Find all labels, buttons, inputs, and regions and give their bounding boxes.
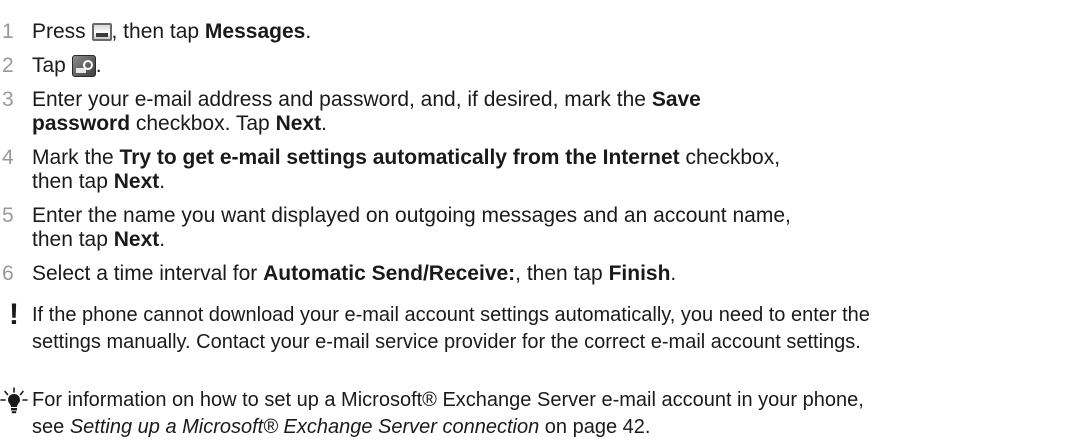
- step-4: 4 Mark the Try to get e-mail settings au…: [0, 146, 1073, 194]
- note-text: If the phone cannot download your e-mail…: [32, 302, 1072, 356]
- checkbox-label-auto-settings: Try to get e-mail settings automatically…: [119, 146, 680, 169]
- step-text: .: [321, 112, 327, 135]
- button-label-next: Next: [275, 112, 322, 135]
- step-text: .: [159, 170, 166, 193]
- step-1: 1 Press , then tap Messages.: [0, 20, 1073, 44]
- tip-text: For information on how to set up a Micro…: [32, 387, 1072, 441]
- step-text: , then tap: [111, 20, 205, 43]
- tip-line: on page 42.: [539, 416, 651, 438]
- step-text: checkbox,: [679, 146, 781, 169]
- step-number: 1: [2, 20, 14, 43]
- note-line: If the phone cannot download your e-mail…: [32, 304, 870, 326]
- tip-line: see: [32, 416, 70, 438]
- instruction-steps: 1 Press , then tap Messages. 2 Tap . 3 E…: [0, 20, 1073, 296]
- cross-reference-link[interactable]: Setting up a Microsoft® Exchange Server …: [70, 416, 539, 438]
- step-number: 2: [2, 54, 14, 77]
- step-text: .: [305, 20, 312, 43]
- step-text: Enter the name you want displayed on out…: [32, 204, 791, 227]
- step-text: .: [670, 262, 677, 285]
- step-number: 3: [2, 88, 14, 111]
- step-text: then tap: [32, 170, 114, 193]
- step-number: 4: [2, 146, 14, 169]
- step-text: then tap: [32, 228, 114, 251]
- button-label-next: Next: [113, 170, 160, 193]
- step-text: , then tap: [515, 262, 609, 285]
- step-text: Mark the: [32, 146, 120, 169]
- step-text: Press: [32, 20, 92, 43]
- lightbulb-icon: [0, 387, 28, 414]
- exclamation-icon: !: [9, 298, 19, 331]
- step-2: 2 Tap .: [0, 54, 1073, 78]
- step-text: checkbox. Tap: [130, 112, 276, 135]
- checkbox-label-save: Save: [651, 88, 701, 111]
- step-text: Enter your e-mail address and password, …: [32, 88, 652, 111]
- step-number: 5: [2, 204, 14, 227]
- note-line: settings manually. Contact your e-mail s…: [32, 331, 861, 353]
- step-5: 5 Enter the name you want displayed on o…: [0, 204, 1073, 252]
- step-text: .: [159, 228, 166, 251]
- button-label-finish: Finish: [608, 262, 671, 285]
- step-3: 3 Enter your e-mail address and password…: [0, 88, 1073, 136]
- step-6: 6 Select a time interval for Automatic S…: [0, 262, 1073, 286]
- checkbox-label-password: password: [32, 112, 131, 135]
- step-text: .: [95, 54, 102, 77]
- step-text: Select a time interval for: [32, 262, 264, 285]
- cropped-heading: [4, 0, 764, 6]
- step-number: 6: [2, 262, 14, 285]
- messages-key-icon: [91, 23, 112, 41]
- setting-label-auto-send-receive: Automatic Send/Receive:: [263, 262, 516, 285]
- new-account-icon: [71, 55, 96, 77]
- button-label-next: Next: [113, 228, 160, 251]
- step-text: Tap: [32, 54, 72, 77]
- menu-label-messages: Messages: [204, 20, 306, 43]
- tip-line: For information on how to set up a Micro…: [32, 389, 864, 411]
